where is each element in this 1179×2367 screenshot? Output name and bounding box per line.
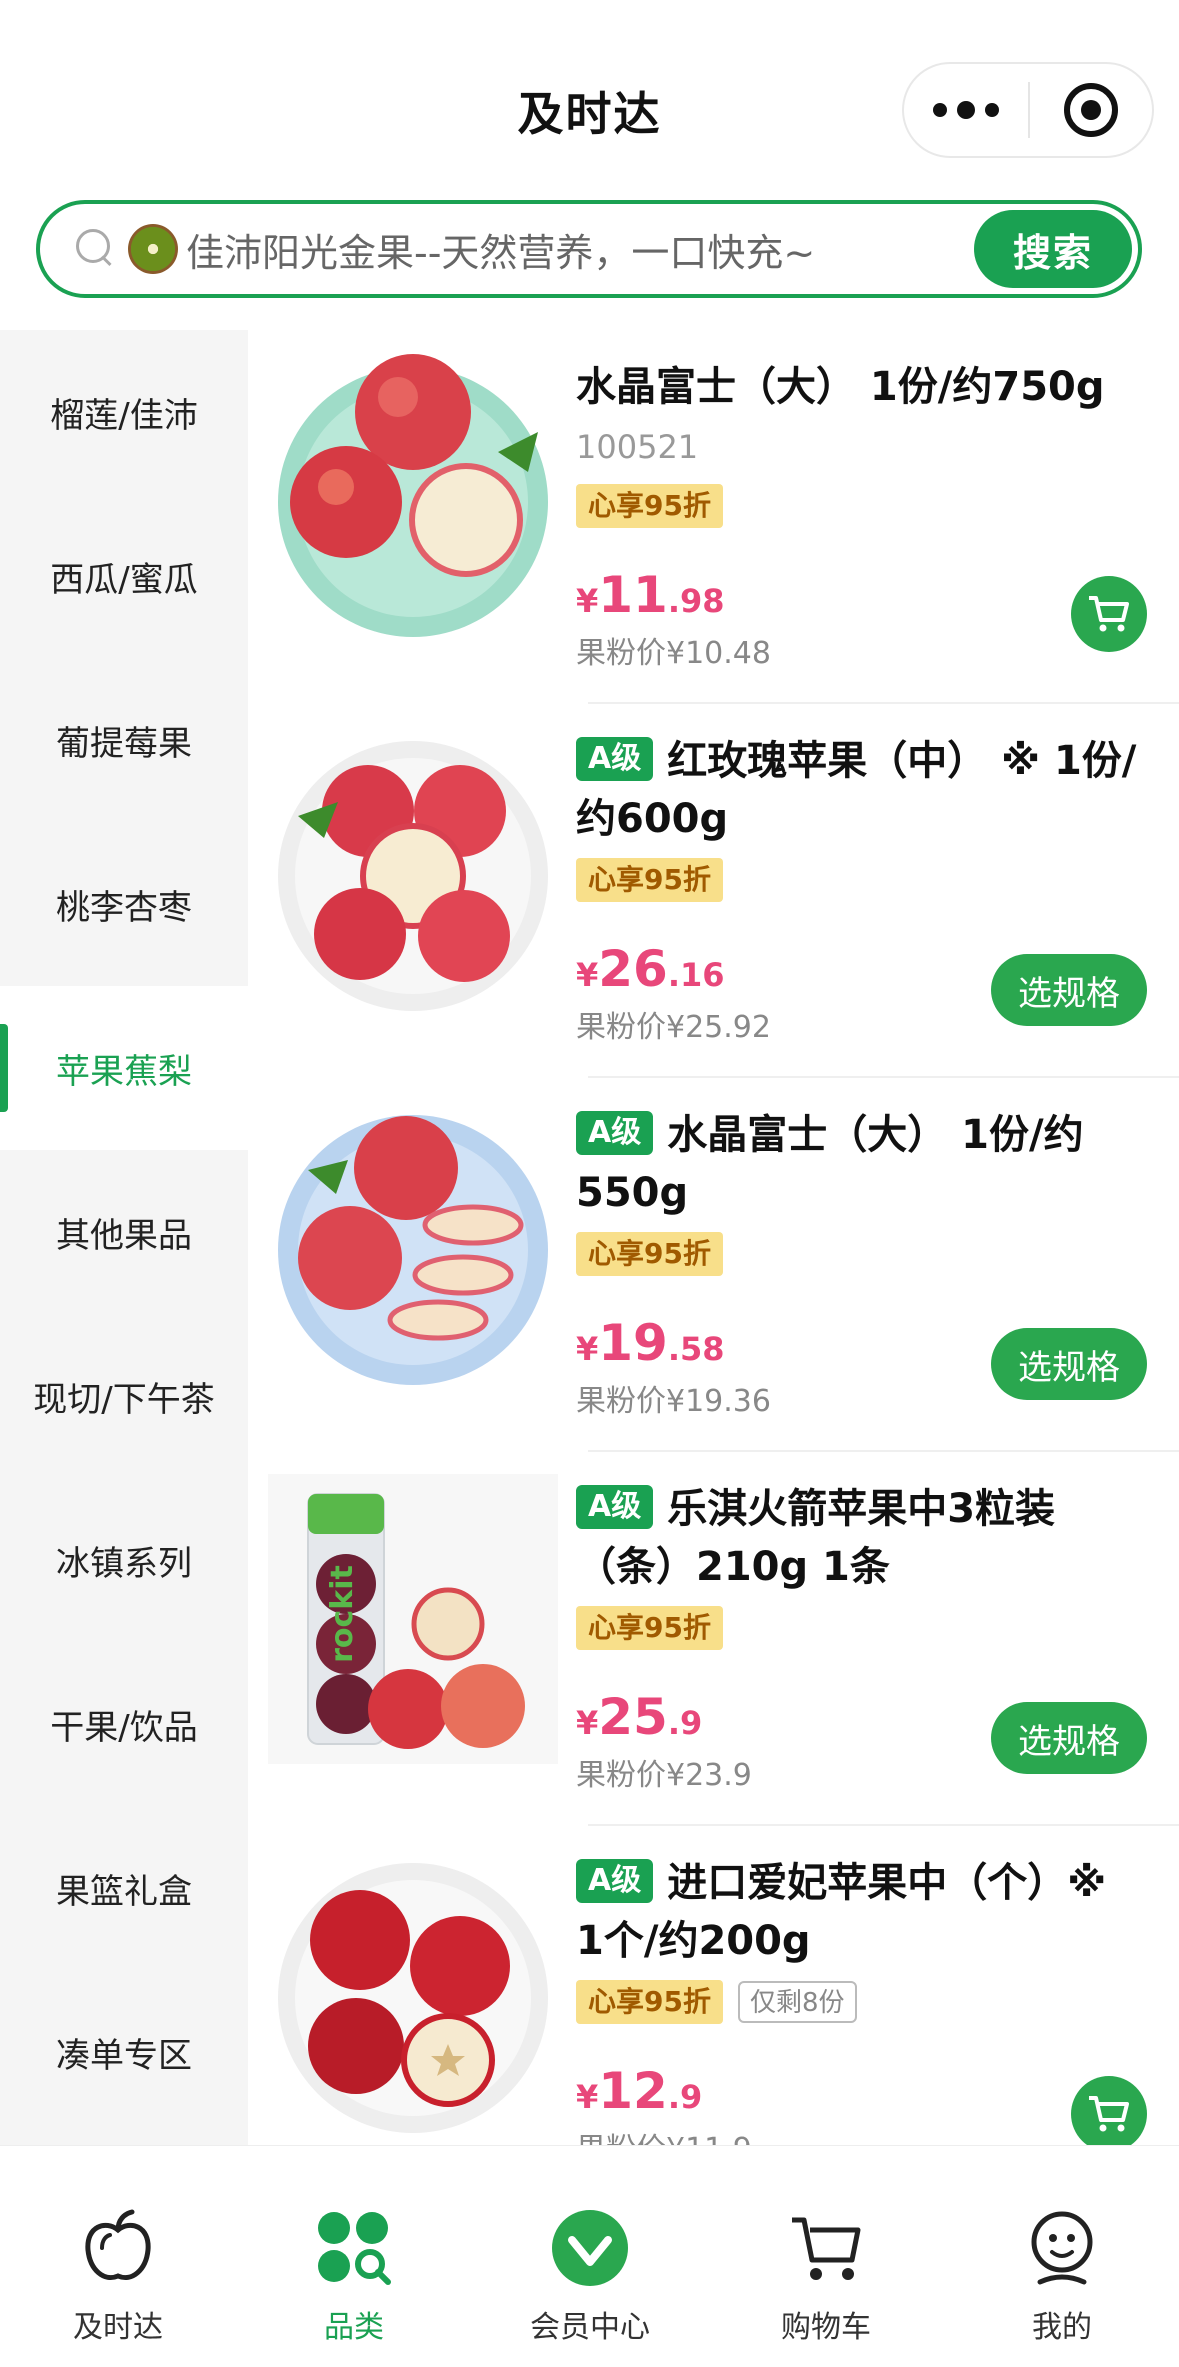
- product-name: A级 乐淇火箭苹果中3粒装（条）210g 1条: [576, 1485, 1056, 1590]
- sidebar-item-grape-berry[interactable]: 葡提莓果: [0, 658, 248, 822]
- member-icon: [552, 2210, 628, 2286]
- sidebar-item-melon[interactable]: 西瓜/蜜瓜: [0, 494, 248, 658]
- category-icon: [318, 2212, 391, 2285]
- product-image: [278, 354, 548, 637]
- tab-express[interactable]: 及时达: [0, 2146, 236, 2367]
- package-text: rockit: [325, 1565, 360, 1663]
- discount-badge: 心享95折: [576, 858, 723, 902]
- more-menu-icon[interactable]: [904, 64, 1028, 156]
- sidebar-item-gift-basket[interactable]: 果篮礼盒: [0, 1806, 248, 1970]
- tab-cart[interactable]: 购物车: [708, 2146, 944, 2367]
- select-spec-button[interactable]: 选规格: [991, 1328, 1147, 1400]
- product-card[interactable]: 水晶富士（大） 1份/约750g 100521 心享95折 ¥11.98 果粉价…: [248, 330, 1179, 704]
- discount-badge: 心享95折: [576, 484, 723, 528]
- sidebar-item-add-on[interactable]: 凑单专区: [0, 1970, 248, 2134]
- sidebar-item-iced[interactable]: 冰镇系列: [0, 1478, 248, 1642]
- mini-program-capsule: [902, 62, 1154, 158]
- member-price: 果粉价¥25.92: [576, 1010, 771, 1045]
- product-price: ¥19.58: [576, 1314, 725, 1372]
- grade-badge: A级: [576, 1859, 654, 1903]
- product-code: 100521: [576, 428, 699, 466]
- product-card[interactable]: rockit A级 乐淇火箭苹果中3粒装（条）210g 1条 心享95折 ¥25.…: [248, 1452, 1179, 1826]
- tab-mine[interactable]: 我的: [944, 2146, 1179, 2367]
- cart-icon: [1089, 2096, 1129, 2132]
- close-mini-program-icon[interactable]: [1030, 64, 1152, 156]
- smile-icon: [1031, 2211, 1093, 2285]
- bottom-tab-bar: 及时达 品类 会员中心 购物车 我的: [0, 2145, 1179, 2367]
- tab-category[interactable]: 品类: [236, 2146, 472, 2367]
- product-price: ¥11.98: [576, 566, 725, 624]
- add-to-cart-button[interactable]: [1071, 576, 1147, 652]
- tab-label: 我的: [1032, 2310, 1092, 2345]
- apple-icon: [85, 2209, 151, 2280]
- sidebar-item-dried-drinks[interactable]: 干果/饮品: [0, 1642, 248, 1806]
- discount-badge: 心享95折: [576, 1980, 723, 2024]
- cart-icon: [1089, 596, 1129, 632]
- product-name: A级 水晶富士（大） 1份/约550g: [576, 1111, 1084, 1216]
- product-card[interactable]: A级 红玫瑰苹果（中） ※ 1份/约600g 心享95折 ¥26.16 果粉价¥2…: [248, 704, 1179, 1078]
- product-image: rockit: [268, 1474, 558, 1764]
- product-card[interactable]: A级 水晶富士（大） 1份/约550g 心享95折 ¥19.58 果粉价¥19.3…: [248, 1078, 1179, 1452]
- member-price: 果粉价¥23.9: [576, 1758, 752, 1793]
- sidebar-item-fresh-cut[interactable]: 现切/下午茶: [0, 1314, 248, 1478]
- member-price: 果粉价¥19.36: [576, 1384, 771, 1419]
- product-name: A级 红玫瑰苹果（中） ※ 1份/约600g: [576, 737, 1137, 842]
- kiwi-icon: [128, 224, 178, 274]
- tab-label: 购物车: [781, 2310, 871, 2345]
- search-placeholder: 佳沛阳光金果--天然营养，一口快充~: [186, 230, 816, 275]
- product-price: ¥25.9: [576, 1688, 703, 1746]
- discount-badge: 心享95折: [576, 1606, 723, 1650]
- product-price: ¥12.9: [576, 2062, 703, 2120]
- product-price: ¥26.16: [576, 940, 725, 998]
- tab-label: 会员中心: [530, 2310, 650, 2345]
- header: 及时达: [0, 0, 1179, 190]
- member-price: 果粉价¥10.48: [576, 636, 771, 671]
- product-card[interactable]: A级 进口爱妃苹果中（个）※ 1个/约200g 心享95折 仅剩8份 ¥12.9 …: [248, 1826, 1179, 2145]
- stock-badge: 仅剩8份: [738, 1981, 857, 2023]
- product-image: [278, 1115, 548, 1385]
- sidebar-item-other-fruit[interactable]: 其他果品: [0, 1150, 248, 1314]
- grade-badge: A级: [576, 737, 654, 781]
- tab-member-center[interactable]: 会员中心: [472, 2146, 708, 2367]
- sidebar-item-apple-banana-pear[interactable]: 苹果蕉梨: [0, 986, 248, 1150]
- product-image: [278, 741, 548, 1011]
- sidebar-item-durian[interactable]: 榴莲/佳沛: [0, 330, 248, 494]
- select-spec-button[interactable]: 选规格: [991, 1702, 1147, 1774]
- cart-icon: [792, 2217, 861, 2280]
- select-spec-button[interactable]: 选规格: [991, 954, 1147, 1026]
- member-price: 果粉价¥11.9: [576, 2124, 752, 2145]
- search-bar[interactable]: 佳沛阳光金果--天然营养，一口快充~ 搜索: [36, 200, 1142, 298]
- tab-label: 品类: [324, 2310, 384, 2345]
- add-to-cart-button[interactable]: [1071, 2076, 1147, 2145]
- category-sidebar: 榴莲/佳沛 西瓜/蜜瓜 葡提莓果 桃李杏枣 苹果蕉梨 其他果品 现切/下午茶 冰…: [0, 330, 248, 2145]
- search-icon: [76, 229, 116, 269]
- grade-badge: A级: [576, 1485, 654, 1529]
- sidebar-item-peach-plum[interactable]: 桃李杏枣: [0, 822, 248, 986]
- product-image: [278, 1863, 548, 2133]
- grade-badge: A级: [576, 1111, 654, 1155]
- search-button[interactable]: 搜索: [974, 210, 1132, 288]
- product-name: A级 进口爱妃苹果中（个）※ 1个/约200g: [576, 1859, 1107, 1964]
- discount-badge: 心享95折: [576, 1232, 723, 1276]
- tab-label: 及时达: [73, 2310, 163, 2345]
- product-name: 水晶富士（大） 1份/约750g: [576, 364, 1105, 410]
